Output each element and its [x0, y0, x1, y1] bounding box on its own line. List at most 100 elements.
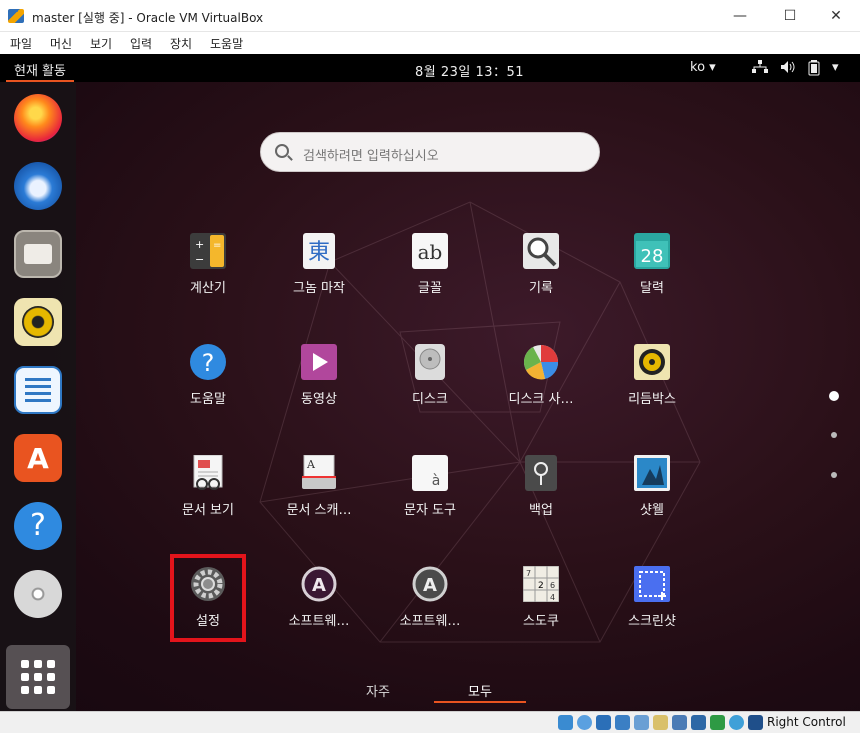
app-logs[interactable]: 기록	[486, 233, 596, 323]
clock[interactable]: 8월 23일 13：51	[415, 61, 524, 80]
thunderbird-icon[interactable]	[14, 162, 62, 210]
backup-icon	[523, 455, 559, 491]
system-menu-chevron-icon[interactable]: ▾	[832, 60, 839, 75]
app-mahjongg[interactable]: 東 그놈 마작	[264, 233, 374, 323]
shared-folders-icon[interactable]	[653, 715, 668, 730]
svg-text:7: 7	[526, 569, 531, 578]
minimize-button[interactable]: —	[720, 4, 760, 28]
software-updater-icon: A	[412, 566, 448, 602]
menu-view[interactable]: 보기	[90, 35, 112, 52]
sudoku-icon: 7 624	[522, 565, 560, 603]
app-label: 샷웰	[640, 503, 664, 518]
calculator-icon: + − =	[190, 233, 226, 269]
app-document-viewer[interactable]: 문서 보기	[153, 454, 263, 545]
svg-text:A: A	[312, 575, 326, 596]
app-calculator[interactable]: + − = 계산기	[153, 233, 263, 323]
screenshot-icon	[634, 566, 670, 602]
files-icon[interactable]	[14, 230, 62, 278]
video-capture-icon[interactable]	[691, 715, 706, 730]
app-sudoku[interactable]: 7 624 스도쿠	[486, 565, 596, 656]
app-backup[interactable]: 백업	[486, 455, 596, 545]
app-videos[interactable]: 동영상	[264, 344, 374, 434]
keyboard-icon[interactable]	[748, 715, 763, 730]
menu-machine[interactable]: 머신	[50, 35, 72, 52]
app-software[interactable]: A 소프트웨…	[264, 566, 374, 656]
close-button[interactable]: ✕	[816, 4, 856, 28]
svg-text:4: 4	[550, 593, 555, 602]
fonts-icon: ab	[412, 233, 448, 269]
app-disk-usage[interactable]: 디스크 사…	[486, 344, 596, 434]
menu-file[interactable]: 파일	[10, 35, 32, 52]
libreoffice-writer-icon[interactable]	[14, 366, 62, 414]
app-label: 문서 보기	[182, 503, 234, 518]
disks-icon	[412, 344, 448, 380]
document-scanner-icon: A	[301, 454, 337, 491]
page-indicator[interactable]	[831, 472, 837, 478]
network-icon[interactable]	[752, 60, 768, 78]
software-icon: A	[301, 566, 337, 602]
app-rhythmbox[interactable]: 리듬박스	[597, 344, 707, 434]
optical-drive-icon[interactable]	[577, 715, 592, 730]
app-label: 문서 스캐…	[286, 503, 352, 518]
input-language-indicator[interactable]: ko ▾	[690, 60, 716, 75]
rhythmbox-icon[interactable]	[14, 298, 62, 346]
calendar-icon: 28	[634, 233, 670, 269]
app-software-updater[interactable]: A 소프트웨…	[375, 566, 485, 656]
app-fonts[interactable]: ab 글꼴	[375, 233, 485, 323]
cpu-icon[interactable]	[710, 715, 725, 730]
app-calendar[interactable]: 28 달력	[597, 233, 707, 323]
window-titlebar: master [실행 중] - Oracle VM VirtualBox — ☐…	[0, 0, 860, 32]
app-screenshot[interactable]: 스크린샷	[597, 566, 707, 656]
volume-icon[interactable]	[780, 60, 796, 78]
app-shotwell[interactable]: 샷웰	[597, 455, 707, 545]
app-label: 스크린샷	[628, 614, 676, 629]
svg-text:à: à	[432, 473, 441, 489]
app-disks[interactable]: 디스크	[375, 344, 485, 434]
search-placeholder: 검색하려면 입력하십시오	[303, 149, 439, 164]
document-viewer-icon	[190, 454, 226, 491]
page-indicator[interactable]	[831, 432, 837, 438]
app-label: 디스크	[412, 392, 448, 407]
mahjongg-icon: 東	[301, 233, 337, 269]
logs-icon	[523, 233, 559, 269]
maximize-button[interactable]: ☐	[770, 4, 810, 28]
disc-icon[interactable]	[14, 570, 62, 618]
activities-button[interactable]: 현재 활동	[6, 54, 74, 82]
menu-devices[interactable]: 장치	[170, 35, 192, 52]
audio-icon[interactable]	[596, 715, 611, 730]
help-icon[interactable]: ?	[14, 502, 62, 550]
app-characters[interactable]: à 문자 도구	[375, 455, 485, 545]
app-label: 리듬박스	[628, 392, 676, 407]
app-label: 백업	[529, 503, 553, 518]
display-icon[interactable]	[672, 715, 687, 730]
tab-all[interactable]: 모두	[434, 679, 526, 703]
usb-icon[interactable]	[634, 715, 649, 730]
app-label: 소프트웨…	[288, 614, 350, 629]
menu-input[interactable]: 입력	[130, 35, 152, 52]
svg-text:?: ?	[202, 349, 215, 377]
dock: A ?	[0, 82, 76, 711]
virtualbox-logo-icon	[8, 9, 24, 23]
svg-text:2: 2	[538, 581, 544, 591]
app-grid-overview: A ? 검색하려면 입력하십시오 + − = 계산기 東 그놈 마작 ab 글꼴…	[0, 82, 860, 711]
app-label: 계산기	[190, 281, 226, 296]
app-document-scanner[interactable]: A 문서 스캐…	[264, 454, 374, 545]
app-label: 동영상	[301, 392, 337, 407]
page-indicator-active[interactable]	[829, 391, 839, 401]
app-label: 기록	[529, 281, 553, 296]
battery-icon[interactable]	[808, 60, 820, 80]
firefox-icon[interactable]	[14, 94, 62, 142]
show-applications-button[interactable]	[6, 645, 70, 709]
app-help[interactable]: ? 도움말	[153, 344, 263, 434]
search-field[interactable]: 검색하려면 입력하십시오	[260, 132, 600, 172]
hard-disk-icon[interactable]	[558, 715, 573, 730]
svg-text:6: 6	[550, 581, 555, 590]
tab-frequent[interactable]: 자주	[366, 681, 390, 700]
red-annotation-box	[170, 554, 246, 642]
network-adapter-icon[interactable]	[615, 715, 630, 730]
gnome-top-bar: 현재 활동 8월 23일 13：51 ko ▾ ▾	[0, 54, 860, 82]
mouse-integration-icon[interactable]	[729, 715, 744, 730]
software-center-icon[interactable]: A	[14, 434, 62, 482]
menu-help[interactable]: 도움말	[210, 35, 243, 52]
app-label: 그놈 마작	[293, 281, 345, 296]
